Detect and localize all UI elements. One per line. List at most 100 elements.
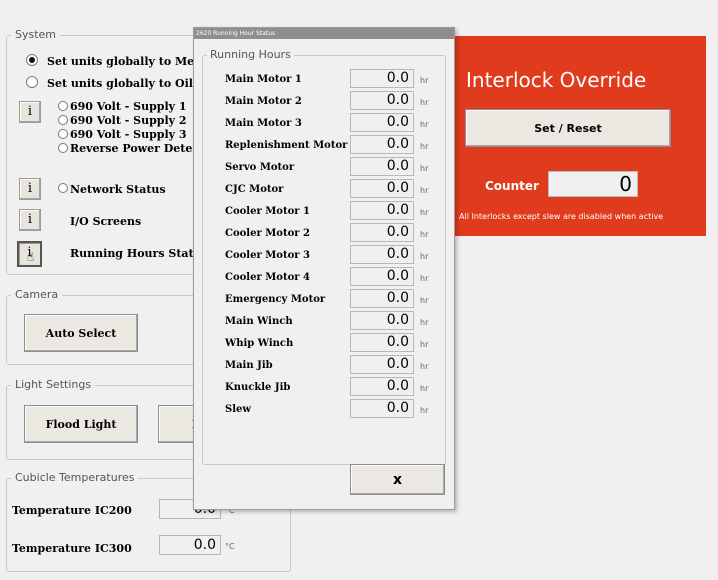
running-hours-row-unit: hr <box>420 230 429 239</box>
running-hours-row-label: Knuckle Jib <box>225 382 291 393</box>
running-hours-row-label: Main Winch <box>225 316 293 327</box>
auto-select-button[interactable]: Auto Select <box>24 314 138 352</box>
running-hours-row-unit: hr <box>420 362 429 371</box>
running-hours-row: Servo Motor 0.0 hr <box>217 157 445 177</box>
oilfield-radio[interactable] <box>26 76 38 88</box>
running-hours-row: Slew 0.0 hr <box>217 399 445 419</box>
running-hours-row-unit: hr <box>420 98 429 107</box>
running-hours-row: Cooler Motor 4 0.0 hr <box>217 267 445 287</box>
running-hours-row-unit: hr <box>420 384 429 393</box>
running-hours-row-label: Cooler Motor 4 <box>225 272 310 283</box>
running-hours-row-label: Main Jib <box>225 360 273 371</box>
running-hours-row-value: 0.0 <box>350 69 414 88</box>
running-hours-row-value: 0.0 <box>350 355 414 374</box>
running-hours-row-unit: hr <box>420 186 429 195</box>
running-hours-row: Knuckle Jib 0.0 hr <box>217 377 445 397</box>
running-hours-row-value: 0.0 <box>350 201 414 220</box>
running-hours-row-label: Servo Motor <box>225 162 295 173</box>
running-hours-row-value: 0.0 <box>350 179 414 198</box>
running-hours-row-unit: hr <box>420 340 429 349</box>
supply1-indicator <box>58 101 68 111</box>
running-hours-row-unit: hr <box>420 252 429 261</box>
metric-radio[interactable] <box>26 54 38 66</box>
running-hours-row-label: Cooler Motor 3 <box>225 250 310 261</box>
running-hours-row-unit: hr <box>420 142 429 151</box>
running-hours-row-unit: hr <box>420 76 429 85</box>
running-hours-row-label: Whip Winch <box>225 338 294 349</box>
reverse-power-indicator <box>58 143 68 153</box>
close-dialog-button[interactable]: x <box>350 464 445 495</box>
running-hours-dialog: 2620 Running Hour Status Running Hours x… <box>193 27 455 510</box>
supply3-indicator <box>58 129 68 139</box>
running-hours-row-unit: hr <box>420 274 429 283</box>
ic300-value: 0.0 <box>159 535 221 555</box>
running-hours-row-label: Emergency Motor <box>225 294 326 305</box>
running-hours-row-label: Cooler Motor 2 <box>225 228 310 239</box>
running-hours-row: Emergency Motor 0.0 hr <box>217 289 445 309</box>
running-hours-row-value: 0.0 <box>350 333 414 352</box>
camera-group-title: Camera <box>11 288 63 301</box>
running-hours-row-unit: hr <box>420 296 429 305</box>
interlock-panel: Interlock Override Set / Reset Counter 0… <box>453 36 706 236</box>
running-hours-row-value: 0.0 <box>350 223 414 242</box>
running-hours-row-value: 0.0 <box>350 267 414 286</box>
running-hours-row-unit: hr <box>420 318 429 327</box>
running-hours-row: CJC Motor 0.0 hr <box>217 179 445 199</box>
supply3-label: 690 Volt - Supply 3 <box>70 128 187 141</box>
running-hours-row-value: 0.0 <box>350 157 414 176</box>
system-group-title: System <box>11 28 61 41</box>
running-hours-row: Replenishment Motor 0.0 hr <box>217 135 445 155</box>
io-screens-label: I/O Screens <box>70 215 142 228</box>
running-hours-group-title: Running Hours <box>207 48 294 61</box>
interlock-note: All Interlocks except slew are disabled … <box>459 212 664 221</box>
running-hours-row-label: CJC Motor <box>225 184 284 195</box>
running-hours-row-unit: hr <box>420 208 429 217</box>
running-hours-label: Running Hours Status <box>70 247 208 260</box>
dialog-titlebar[interactable]: 2620 Running Hour Status <box>194 28 454 39</box>
supply1-label: 690 Volt - Supply 1 <box>70 100 187 113</box>
io-screens-button[interactable]: i <box>19 209 41 231</box>
network-info-button[interactable]: i <box>19 178 41 200</box>
ic300-unit: °C <box>225 542 235 551</box>
ic300-label: Temperature IC300 <box>12 542 132 555</box>
running-hours-row-label: Main Motor 2 <box>225 96 302 107</box>
running-hours-row-value: 0.0 <box>350 135 414 154</box>
running-hours-row-value: 0.0 <box>350 399 414 418</box>
running-hours-row: Main Winch 0.0 hr <box>217 311 445 331</box>
running-hours-row-unit: hr <box>420 164 429 173</box>
metric-label: Set units globally to Metric <box>47 55 216 68</box>
network-indicator <box>58 183 68 193</box>
running-hours-row: Whip Winch 0.0 hr <box>217 333 445 353</box>
running-hours-row-label: Slew <box>225 404 251 415</box>
network-status-label: Network Status <box>70 183 166 196</box>
mouse-cursor-icon: ☝ <box>27 250 35 264</box>
running-hours-row-label: Replenishment Motor <box>225 140 348 151</box>
running-hours-row-value: 0.0 <box>350 245 414 264</box>
supply-info-button[interactable]: i <box>19 101 41 123</box>
running-hours-row-value: 0.0 <box>350 311 414 330</box>
counter-value: 0 <box>548 171 638 197</box>
running-hours-row: Main Motor 2 0.0 hr <box>217 91 445 111</box>
running-hours-row-unit: hr <box>420 120 429 129</box>
running-hours-row: Cooler Motor 2 0.0 hr <box>217 223 445 243</box>
light-group-title: Light Settings <box>11 378 96 391</box>
running-hours-row-unit: hr <box>420 406 429 415</box>
cubicle-group-title: Cubicle Temperatures <box>11 471 139 484</box>
running-hours-row-value: 0.0 <box>350 113 414 132</box>
interlock-title: Interlock Override <box>466 68 647 92</box>
supply2-label: 690 Volt - Supply 2 <box>70 114 187 127</box>
running-hours-row: Main Motor 3 0.0 hr <box>217 113 445 133</box>
running-hours-row: Main Motor 1 0.0 hr <box>217 69 445 89</box>
running-hours-row: Main Jib 0.0 hr <box>217 355 445 375</box>
ic200-label: Temperature IC200 <box>12 504 132 517</box>
set-reset-button[interactable]: Set / Reset <box>465 109 671 147</box>
running-hours-row-value: 0.0 <box>350 289 414 308</box>
flood-light-button[interactable]: Flood Light <box>24 405 138 443</box>
running-hours-row-label: Main Motor 1 <box>225 74 302 85</box>
supply2-indicator <box>58 115 68 125</box>
running-hours-row: Cooler Motor 3 0.0 hr <box>217 245 445 265</box>
running-hours-row-value: 0.0 <box>350 377 414 396</box>
running-hours-row: Cooler Motor 1 0.0 hr <box>217 201 445 221</box>
counter-label: Counter <box>485 179 539 193</box>
running-hours-row-value: 0.0 <box>350 91 414 110</box>
